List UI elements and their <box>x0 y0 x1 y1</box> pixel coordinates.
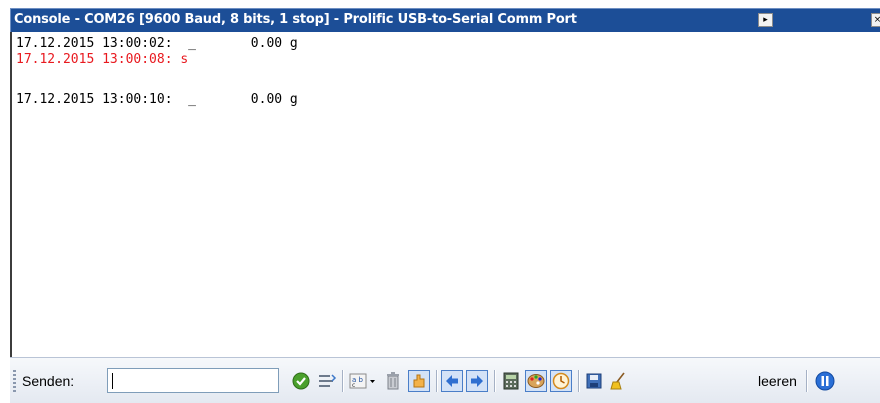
hand-icon <box>413 374 425 388</box>
close-button[interactable]: × <box>871 13 880 27</box>
window-menu-button[interactable]: ▸ <box>758 13 773 27</box>
hand-mode-button[interactable] <box>408 370 430 392</box>
scroll-forward-button[interactable] <box>466 370 488 392</box>
calculator-button[interactable] <box>500 370 522 392</box>
send-input[interactable] <box>107 368 279 393</box>
toolbar-separator <box>436 370 438 392</box>
bottom-toolbar: Senden: a bc leeren <box>10 357 880 403</box>
pause-icon <box>815 371 835 391</box>
floppy-disk-icon <box>586 373 602 389</box>
delete-button[interactable] <box>382 370 404 392</box>
text-caret <box>112 372 113 389</box>
console-window: Console - COM26 [9600 Baud, 8 bits, 1 st… <box>0 0 880 403</box>
send-label: Senden: <box>22 373 75 389</box>
color-settings-button[interactable] <box>525 370 547 392</box>
check-circle-icon <box>292 372 310 390</box>
line-end-button[interactable] <box>316 370 338 392</box>
toolbar-separator <box>342 370 344 392</box>
send-button[interactable] <box>290 370 312 392</box>
svg-text:c: c <box>352 382 355 389</box>
clear-label[interactable]: leeren <box>758 373 797 389</box>
clock-icon <box>552 372 570 390</box>
arrow-left-icon <box>446 375 458 387</box>
scroll-back-button[interactable] <box>441 370 463 392</box>
toolbar-separator <box>578 370 580 392</box>
save-button[interactable] <box>583 370 605 392</box>
text-format-icon: a bc <box>349 373 375 389</box>
console-line: 17.12.2015 13:00:10: _ 0.00 g <box>16 92 298 107</box>
clear-button[interactable] <box>607 370 629 392</box>
pause-button[interactable] <box>814 370 836 392</box>
title-bar[interactable]: Console - COM26 [9600 Baud, 8 bits, 1 st… <box>10 8 880 32</box>
arrow-right-icon <box>471 375 483 387</box>
console-lines: 17.12.2015 13:00:02: _ 0.00 g 17.12.2015… <box>16 36 298 108</box>
toolbar-grip[interactable] <box>13 370 16 394</box>
palette-icon <box>527 374 545 388</box>
encoding-dropdown[interactable]: a bc <box>348 370 378 392</box>
calculator-icon <box>503 372 519 390</box>
console-line: 17.12.2015 13:00:02: _ 0.00 g <box>16 36 298 51</box>
trash-icon <box>387 372 399 390</box>
timestamp-button[interactable] <box>550 370 572 392</box>
console-line: 17.12.2015 13:00:08: s <box>16 52 189 67</box>
broom-icon <box>610 372 625 390</box>
toolbar-separator <box>494 370 496 392</box>
toolbar-separator <box>806 370 808 392</box>
console-output[interactable]: 17.12.2015 13:00:02: _ 0.00 g 17.12.2015… <box>10 32 880 357</box>
window-title: Console - COM26 [9600 Baud, 8 bits, 1 st… <box>14 12 577 27</box>
lines-icon <box>319 374 337 387</box>
